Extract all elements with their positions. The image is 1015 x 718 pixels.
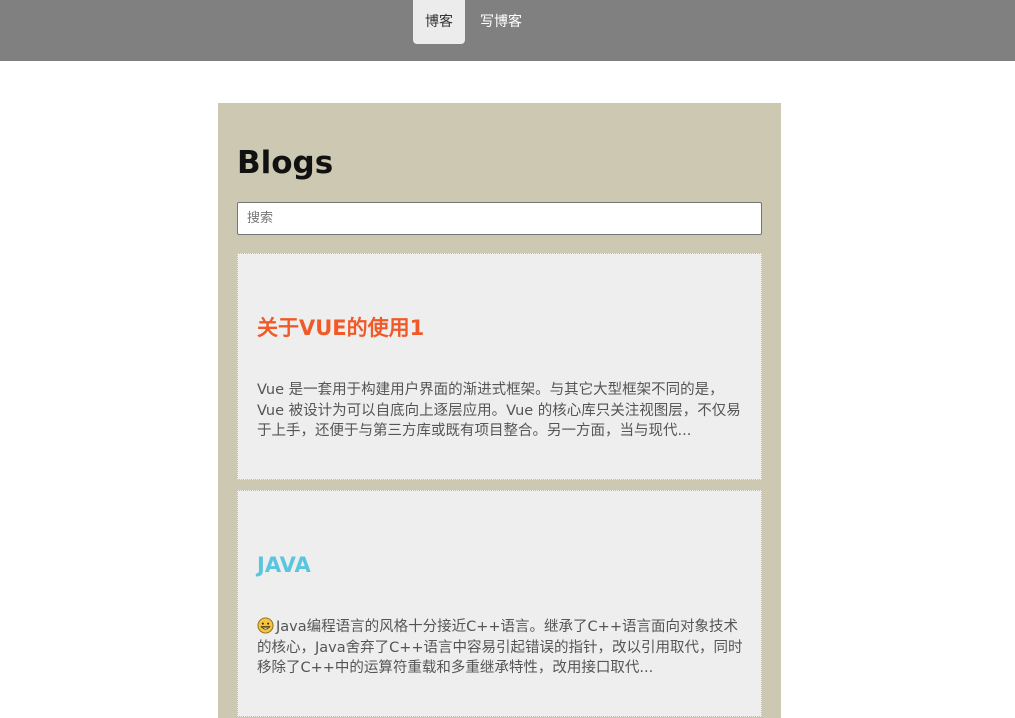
blogs-panel: Blogs 关于VUE的使用1 Vue 是一套用于构建用户界面的渐进式框架。与其… — [218, 103, 781, 718]
blog-title-link[interactable]: 关于VUE的使用1 — [257, 310, 424, 346]
search-input[interactable] — [237, 202, 762, 235]
blog-title-link[interactable]: JAVA — [257, 547, 311, 583]
grinning-emoji-icon — [257, 617, 274, 634]
blog-excerpt: Java编程语言的风格十分接近C++语言。继承了C++语言面向对象技术的核心，J… — [257, 617, 743, 679]
nav-item-write-blog[interactable]: 写博客 — [480, 0, 522, 44]
page-title: Blogs — [237, 145, 334, 181]
blog-card[interactable]: 关于VUE的使用1 Vue 是一套用于构建用户界面的渐进式框架。与其它大型框架不… — [237, 253, 762, 480]
blog-excerpt-text: Java编程语言的风格十分接近C++语言。继承了C++语言面向对象技术的核心，J… — [257, 619, 743, 676]
nav-item-blog[interactable]: 博客 — [413, 0, 465, 44]
blog-excerpt: Vue 是一套用于构建用户界面的渐进式框架。与其它大型框架不同的是，Vue 被设… — [257, 380, 743, 442]
blog-card[interactable]: JAVA Java编程语言的风格十分接近C++语言。继承了C++语言面向对象技术… — [237, 490, 762, 717]
blog-excerpt-text: Vue 是一套用于构建用户界面的渐进式框架。与其它大型框架不同的是，Vue 被设… — [257, 382, 741, 439]
top-navbar: 博客 写博客 — [0, 0, 1015, 61]
